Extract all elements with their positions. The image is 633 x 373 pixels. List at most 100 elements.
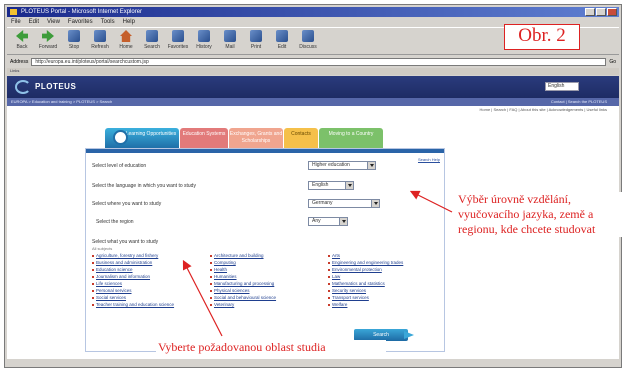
nav-right-links[interactable]: Contact | Search the PLOTEUS bbox=[551, 98, 607, 106]
back-icon bbox=[16, 30, 28, 42]
help-link[interactable]: Search Help bbox=[418, 157, 440, 162]
figure-label: Obr. 2 bbox=[504, 24, 580, 50]
study-area-link[interactable]: Engineering and engineering trades bbox=[328, 260, 442, 266]
menu-help[interactable]: Help bbox=[123, 18, 135, 27]
study-area-link[interactable]: Education science bbox=[92, 267, 210, 273]
study-area-link[interactable]: Computing bbox=[210, 260, 328, 266]
refresh-icon bbox=[94, 30, 106, 42]
study-area-link[interactable]: Journalism and information bbox=[92, 274, 210, 280]
discuss-button[interactable]: Discuss bbox=[297, 30, 319, 54]
home-button[interactable]: Home bbox=[115, 30, 137, 54]
language-select[interactable]: English bbox=[545, 82, 579, 91]
callout-select-options: Výběr úrovně vzdělání, vyučovacího jazyk… bbox=[458, 192, 630, 237]
region-select[interactable]: Any bbox=[308, 217, 348, 226]
browser-icon bbox=[10, 9, 17, 15]
country-label: Select where you want to study bbox=[92, 201, 162, 207]
close-button[interactable] bbox=[607, 8, 617, 16]
home-icon bbox=[120, 30, 132, 42]
study-area-title: Select what you want to study bbox=[92, 239, 159, 245]
tab-contacts[interactable]: Contacts bbox=[284, 128, 318, 148]
stop-button[interactable]: Stop bbox=[63, 30, 85, 54]
discuss-icon bbox=[302, 30, 314, 42]
tab-education-systems[interactable]: Education Systems bbox=[180, 128, 228, 148]
study-area-link[interactable]: Teacher training and education science bbox=[92, 302, 210, 308]
menu-favorites[interactable]: Favorites bbox=[68, 18, 93, 27]
window-title: PLOTEUS Portal - Microsoft Internet Expl… bbox=[21, 9, 143, 15]
search-toolbar-button[interactable]: Search bbox=[141, 30, 163, 54]
study-area-link[interactable]: Humanities bbox=[210, 274, 328, 280]
star-icon bbox=[172, 30, 184, 42]
info-circle-icon bbox=[113, 130, 128, 145]
study-area-link[interactable]: Security services bbox=[328, 288, 442, 294]
back-button[interactable]: Back bbox=[11, 30, 33, 54]
status-bar bbox=[7, 360, 619, 366]
study-area-link[interactable]: Personal services bbox=[92, 288, 210, 294]
logo-swoosh-icon bbox=[15, 80, 31, 94]
study-area-link[interactable]: Life sciences bbox=[92, 281, 210, 287]
menu-file[interactable]: File bbox=[11, 18, 21, 27]
callout-study-area: Vyberte požadovanou oblast studia bbox=[156, 340, 386, 355]
study-area-list: Agriculture, forestry and fishery Archit… bbox=[92, 253, 442, 308]
maximize-button[interactable] bbox=[596, 8, 606, 16]
language-label: Select the language in which you want to… bbox=[92, 183, 196, 189]
history-button[interactable]: History bbox=[193, 30, 215, 54]
arrow-right-icon bbox=[404, 331, 414, 339]
study-area-link[interactable]: Physical sciences bbox=[210, 288, 328, 294]
region-label: Select the region bbox=[96, 219, 134, 225]
study-language-select[interactable]: English bbox=[308, 181, 354, 190]
study-area-link[interactable]: Environmental protection bbox=[328, 267, 442, 273]
tab-exchanges[interactable]: Exchanges, Grants and Scholarships bbox=[229, 128, 283, 148]
minimize-button[interactable] bbox=[585, 8, 595, 16]
links-bar[interactable]: Links bbox=[7, 68, 619, 75]
level-select[interactable]: Higher education bbox=[308, 161, 376, 170]
print-button[interactable]: Print bbox=[245, 30, 267, 54]
study-area-link[interactable]: Health bbox=[210, 267, 328, 273]
study-area-link[interactable]: Welfare bbox=[328, 302, 442, 308]
edit-button[interactable]: Edit bbox=[271, 30, 293, 54]
site-subnav[interactable]: Home | Search | FAQ | About this site | … bbox=[7, 106, 619, 113]
chevron-down-icon bbox=[339, 218, 347, 225]
mail-button[interactable]: Mail bbox=[219, 30, 241, 54]
study-area-link[interactable]: Business and administration bbox=[92, 260, 210, 266]
browser-window: PLOTEUS Portal - Microsoft Internet Expl… bbox=[4, 4, 622, 368]
chevron-down-icon bbox=[345, 182, 353, 189]
window-titlebar: PLOTEUS Portal - Microsoft Internet Expl… bbox=[7, 7, 619, 17]
study-area-link[interactable]: Mathematics and statistics bbox=[328, 281, 442, 287]
history-icon bbox=[198, 30, 210, 42]
study-area-link[interactable]: Architecture and building bbox=[210, 253, 328, 259]
favorites-button[interactable]: Favorites bbox=[167, 30, 189, 54]
refresh-button[interactable]: Refresh bbox=[89, 30, 111, 54]
country-select[interactable]: Germany bbox=[308, 199, 380, 208]
study-area-link[interactable]: Veterinary bbox=[210, 302, 328, 308]
site-nav: EUROPA > Education and training > PLOTEU… bbox=[7, 98, 619, 106]
study-area-link[interactable]: Social services bbox=[92, 295, 210, 301]
tab-moving-to-country[interactable]: Moving to a Country bbox=[319, 128, 383, 148]
all-subjects-link[interactable]: All subjects bbox=[92, 246, 112, 251]
menu-tools[interactable]: Tools bbox=[101, 18, 115, 27]
breadcrumb[interactable]: EUROPA > Education and training > PLOTEU… bbox=[11, 99, 112, 104]
chevron-down-icon bbox=[367, 162, 375, 169]
study-area-link[interactable]: Agriculture, forestry and fishery bbox=[92, 253, 210, 259]
stop-icon bbox=[68, 30, 80, 42]
site-header: PLOTEUS English bbox=[7, 76, 619, 98]
forward-button[interactable]: Forward bbox=[37, 30, 59, 54]
study-area-link[interactable]: Transport services bbox=[328, 295, 442, 301]
printer-icon bbox=[250, 30, 262, 42]
edit-icon bbox=[276, 30, 288, 42]
site-logo[interactable]: PLOTEUS bbox=[35, 82, 76, 91]
mail-icon bbox=[224, 30, 236, 42]
study-area-link[interactable]: Law bbox=[328, 274, 442, 280]
section-tabs: Learning Opportunities Education Systems… bbox=[105, 128, 383, 148]
search-form: Search Help Select level of education Hi… bbox=[85, 148, 445, 352]
go-button[interactable]: Go bbox=[609, 59, 616, 65]
menu-view[interactable]: View bbox=[47, 18, 60, 27]
address-bar: Address http://europa.eu.int/ploteus/por… bbox=[7, 56, 619, 67]
menu-edit[interactable]: Edit bbox=[29, 18, 39, 27]
search-icon bbox=[146, 30, 158, 42]
address-input[interactable]: http://europa.eu.int/ploteus/portal/sear… bbox=[31, 57, 607, 66]
chevron-down-icon bbox=[371, 200, 379, 207]
study-area-link[interactable]: Arts bbox=[328, 253, 442, 259]
study-area-link[interactable]: Manufacturing and processing bbox=[210, 281, 328, 287]
forward-icon bbox=[42, 30, 54, 42]
study-area-link[interactable]: Social and behavioural science bbox=[210, 295, 328, 301]
